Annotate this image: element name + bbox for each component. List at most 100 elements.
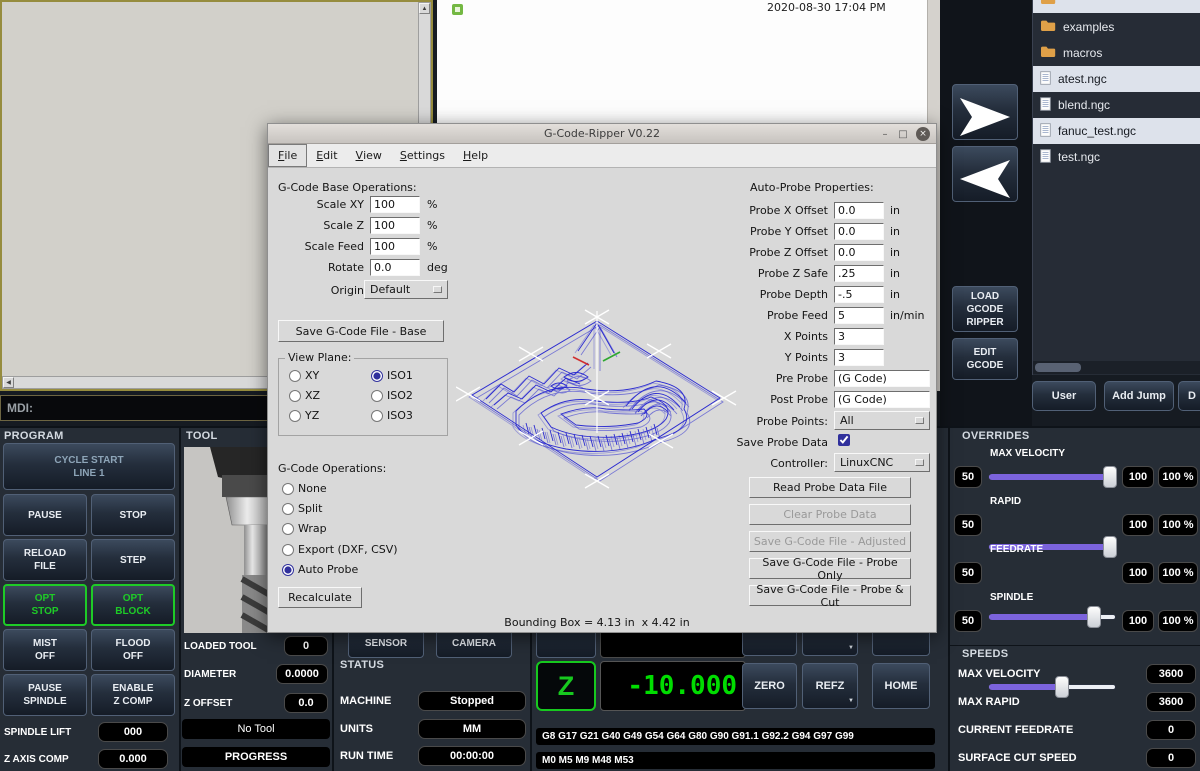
radio-input[interactable] [371,410,383,422]
radio-input[interactable] [282,503,294,515]
window-titlebar[interactable]: G-Code-Ripper V0.22 – □ × [268,124,936,144]
clear-probe-data-button[interactable]: Clear Probe Data [749,504,911,525]
z-axis-select-button[interactable]: Z [536,661,596,711]
read-probe-data-button[interactable]: Read Probe Data File [749,477,911,498]
radio-input[interactable] [371,390,383,402]
file-row[interactable]: test.ngc [1033,144,1200,170]
add-jump-button[interactable]: Add Jump [1104,381,1174,411]
probe-depth-input[interactable] [834,286,884,303]
x-points-input[interactable] [834,328,884,345]
current-feedrate-label: CURRENT FEEDRATE [958,720,1073,740]
rotate-input[interactable] [370,259,420,276]
pause-spindle-button[interactable]: PAUSE SPINDLE [3,674,87,716]
radio-view-yz[interactable]: YZ [289,409,319,422]
prev-arrow-button[interactable] [952,146,1018,202]
slider-handle[interactable] [1103,536,1117,558]
save-gcode-base-button[interactable]: Save G-Code File - Base [278,320,444,342]
radio-input[interactable] [289,410,301,422]
partial-right-button[interactable]: D [1178,381,1200,411]
opt-stop-button[interactable]: OPT STOP [3,584,87,626]
next-arrow-button[interactable] [952,84,1018,140]
scrollbar-thumb[interactable] [1035,363,1081,372]
file-row-partial[interactable] [1033,0,1200,13]
reload-file-button[interactable]: RELOAD FILE [3,539,87,581]
probe-points-dropdown[interactable]: All [834,411,930,430]
load-gcode-ripper-button[interactable]: LOAD GCODE RIPPER [952,286,1018,332]
menu-view[interactable]: View [347,144,391,167]
radio-view-xy[interactable]: XY [289,369,319,382]
slider-handle[interactable] [1103,466,1117,488]
mist-button[interactable]: MIST OFF [3,629,87,671]
scroll-left-icon[interactable]: ◀ [3,377,14,388]
scale-z-input[interactable] [370,217,420,234]
menu-file[interactable]: File [268,144,307,167]
max-velocity-slider[interactable] [988,466,1116,488]
radio-op-none[interactable]: None [282,482,327,495]
edit-gcode-button[interactable]: EDIT GCODE [952,338,1018,380]
file-row-selected[interactable]: atest.ngc [1033,66,1200,92]
radio-view-iso3[interactable]: ISO3 [371,409,413,422]
slider-handle[interactable] [1055,676,1069,698]
menu-settings[interactable]: Settings [391,144,454,167]
pause-button[interactable]: PAUSE [3,494,87,536]
minimize-button[interactable]: – [878,127,892,141]
radio-view-iso1[interactable]: ISO1 [371,369,413,382]
save-gcode-probe-only-button[interactable]: Save G-Code File - Probe Only [749,558,911,579]
file-list-hscrollbar[interactable] [1033,361,1200,374]
scale-xy-input[interactable] [370,196,420,213]
maximize-button[interactable]: □ [896,127,910,141]
origin-dropdown[interactable]: Default [364,280,448,299]
file-row[interactable]: blend.ngc [1033,92,1200,118]
radio-input[interactable] [371,370,383,382]
post-probe-input[interactable] [834,391,930,408]
save-gcode-probe-cut-button[interactable]: Save G-Code File - Probe & Cut [749,585,911,606]
radio-input[interactable] [282,544,294,556]
save-gcode-adjusted-button[interactable]: Save G-Code File - Adjusted [749,531,911,552]
close-button[interactable]: × [916,127,930,141]
file-row[interactable]: macros [1033,40,1200,66]
probe-feed-unit: in/min [890,309,924,322]
probe-y-offset-input[interactable] [834,223,884,240]
radio-input[interactable] [289,390,301,402]
probe-x-offset-input[interactable] [834,202,884,219]
radio-input[interactable] [282,523,294,535]
zero-z-button[interactable]: ZERO [742,663,797,709]
slider-handle[interactable] [1087,606,1101,628]
radio-input[interactable] [289,370,301,382]
cycle-start-button[interactable]: CYCLE START LINE 1 [3,443,175,490]
file-row[interactable]: examples [1033,14,1200,40]
ref-z-button[interactable]: REFZ ▼ [802,663,858,709]
scale-feed-input[interactable] [370,238,420,255]
stop-button[interactable]: STOP [91,494,175,536]
save-probe-data-checkbox[interactable] [838,434,850,446]
radio-input[interactable] [282,483,294,495]
radio-view-xz[interactable]: XZ [289,389,320,402]
file-row-selected[interactable]: fanuc_test.ngc [1033,118,1200,144]
gcode-preview-canvas[interactable] [456,181,738,613]
y-points-input[interactable] [834,349,884,366]
radio-op-wrap[interactable]: Wrap [282,522,327,535]
radio-view-iso2[interactable]: ISO2 [371,389,413,402]
probe-feed-input[interactable] [834,307,884,324]
menu-edit[interactable]: Edit [307,144,346,167]
radio-op-split[interactable]: Split [282,502,322,515]
enable-zcomp-button[interactable]: ENABLE Z COMP [91,674,175,716]
file-name: blend.ngc [1058,98,1110,112]
opt-block-button[interactable]: OPT BLOCK [91,584,175,626]
radio-op-auto-probe[interactable]: Auto Probe [282,563,358,576]
user-button[interactable]: User [1032,381,1096,411]
menu-help[interactable]: Help [454,144,497,167]
step-button[interactable]: STEP [91,539,175,581]
home-z-button[interactable]: HOME [872,663,930,709]
pre-probe-input[interactable] [834,370,930,387]
feedrate-slider[interactable] [988,606,1116,628]
scroll-up-icon[interactable]: ▲ [419,3,430,14]
radio-op-export[interactable]: Export (DXF, CSV) [282,543,398,556]
controller-dropdown[interactable]: LinuxCNC [834,453,930,472]
override-percent-value: 100 % [1158,562,1198,584]
recalculate-button[interactable]: Recalculate [278,587,362,608]
radio-input[interactable] [282,564,294,576]
flood-button[interactable]: FLOOD OFF [91,629,175,671]
probe-z-offset-input[interactable] [834,244,884,261]
probe-z-safe-input[interactable] [834,265,884,282]
